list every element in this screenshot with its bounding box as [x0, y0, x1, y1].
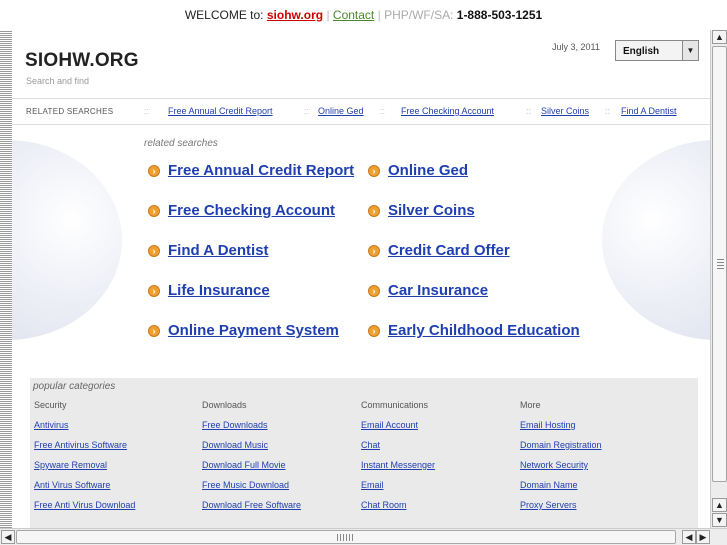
category-link[interactable]: Chat — [361, 440, 521, 452]
arrow-right-icon: › — [148, 165, 160, 177]
category-link[interactable]: Email — [361, 480, 521, 492]
category-link[interactable]: Free Antivirus Software — [34, 440, 194, 452]
category-column: Security Antivirus Free Antivirus Softwa… — [34, 400, 194, 512]
left-frame-strip — [0, 30, 12, 528]
welcome-text: WELCOME to: — [184, 8, 264, 22]
category-column: Communications Email Account Chat Instan… — [361, 400, 521, 512]
category-link[interactable]: Chat Room — [361, 500, 521, 512]
horizontal-scroll-thumb[interactable] — [16, 530, 676, 544]
horizontal-scrollbar[interactable]: ◀ ◀ ▶ — [0, 528, 727, 545]
date-display: July 3, 2011 — [552, 42, 600, 52]
language-value: English — [623, 46, 660, 57]
related-searches-heading: related searches — [144, 138, 218, 149]
category-link[interactable]: Antivirus — [34, 420, 194, 432]
category-link[interactable]: Spyware Removal — [34, 460, 194, 472]
decorative-circle-right — [602, 140, 710, 340]
related-bar-link[interactable]: Free Annual Credit Report — [168, 106, 273, 116]
category-link[interactable]: Proxy Servers — [520, 500, 680, 512]
arrow-right-icon: › — [368, 245, 380, 257]
language-select[interactable]: English ▼ — [615, 40, 699, 61]
category-link[interactable]: Anti Virus Software — [34, 480, 194, 492]
category-link[interactable]: Download Full Movie — [202, 460, 362, 472]
arrow-right-icon: › — [368, 285, 380, 297]
popular-categories-heading: popular categories — [33, 381, 116, 392]
category-link[interactable]: Download Free Software — [202, 500, 362, 512]
category-link[interactable]: Domain Registration — [520, 440, 680, 452]
scroll-up-icon[interactable]: ▲ — [712, 30, 727, 44]
related-bar-link[interactable]: Free Checking Account — [401, 106, 494, 116]
category-link[interactable]: Free Music Download — [202, 480, 362, 492]
site-link[interactable]: siohw.org — [267, 8, 323, 22]
scroll-down-icon[interactable]: ▼ — [712, 513, 727, 527]
category-title: Security — [34, 400, 67, 410]
category-column: Downloads Free Downloads Download Music … — [202, 400, 362, 512]
scroll-left-icon[interactable]: ◀ — [1, 530, 15, 544]
category-title: Communications — [361, 400, 429, 410]
category-link[interactable]: Free Anti Virus Download — [34, 500, 194, 512]
arrow-right-icon: › — [148, 285, 160, 297]
scroll-left-icon[interactable]: ◀ — [682, 530, 696, 544]
related-bar-link[interactable]: Online Ged — [318, 106, 364, 116]
site-logo[interactable]: SIOHW.ORG — [25, 50, 139, 72]
arrow-right-icon: › — [148, 205, 160, 217]
popular-categories-panel: popular categories Security Antivirus Fr… — [30, 378, 698, 528]
category-link[interactable]: Download Music — [202, 440, 362, 452]
vertical-scrollbar[interactable]: ▲ ▲ ▼ — [710, 30, 727, 528]
category-title: More — [520, 400, 541, 410]
arrow-right-icon: › — [368, 205, 380, 217]
scroll-up-icon[interactable]: ▲ — [712, 498, 727, 512]
category-link[interactable]: Email Account — [361, 420, 521, 432]
contact-link[interactable]: Contact — [333, 8, 374, 22]
scroll-right-icon[interactable]: ▶ — [696, 530, 710, 544]
site-tagline: Search and find — [26, 76, 90, 86]
vertical-scroll-thumb[interactable] — [712, 46, 727, 482]
category-column: More Email Hosting Domain Registration N… — [520, 400, 680, 512]
chevron-down-icon[interactable]: ▼ — [682, 41, 698, 60]
category-link[interactable]: Email Hosting — [520, 420, 680, 432]
arrow-right-icon: › — [148, 325, 160, 337]
category-link[interactable]: Free Downloads — [202, 420, 362, 432]
arrow-right-icon: › — [368, 165, 380, 177]
info-label: PHP/WF/SA: — [384, 8, 454, 22]
decorative-circle-left — [12, 140, 122, 340]
phone-number: 1-888-503-1251 — [456, 8, 543, 22]
category-link[interactable]: Domain Name — [520, 480, 680, 492]
related-searches-bar: RELATED SEARCHES :: Free Annual Credit R… — [12, 98, 710, 125]
related-bar-label: RELATED SEARCHES — [26, 107, 114, 116]
related-bar-link[interactable]: Silver Coins — [541, 106, 589, 116]
category-link[interactable]: Instant Messenger — [361, 460, 521, 472]
related-bar-link[interactable]: Find A Dentist — [621, 106, 677, 116]
welcome-bar: WELCOME to: siohw.org | Contact | PHP/WF… — [0, 0, 727, 30]
category-title: Downloads — [202, 400, 247, 410]
page-content: SIOHW.ORG Search and find July 3, 2011 E… — [12, 30, 710, 528]
category-link[interactable]: Network Security — [520, 460, 680, 472]
arrow-right-icon: › — [148, 245, 160, 257]
arrow-right-icon: › — [368, 325, 380, 337]
